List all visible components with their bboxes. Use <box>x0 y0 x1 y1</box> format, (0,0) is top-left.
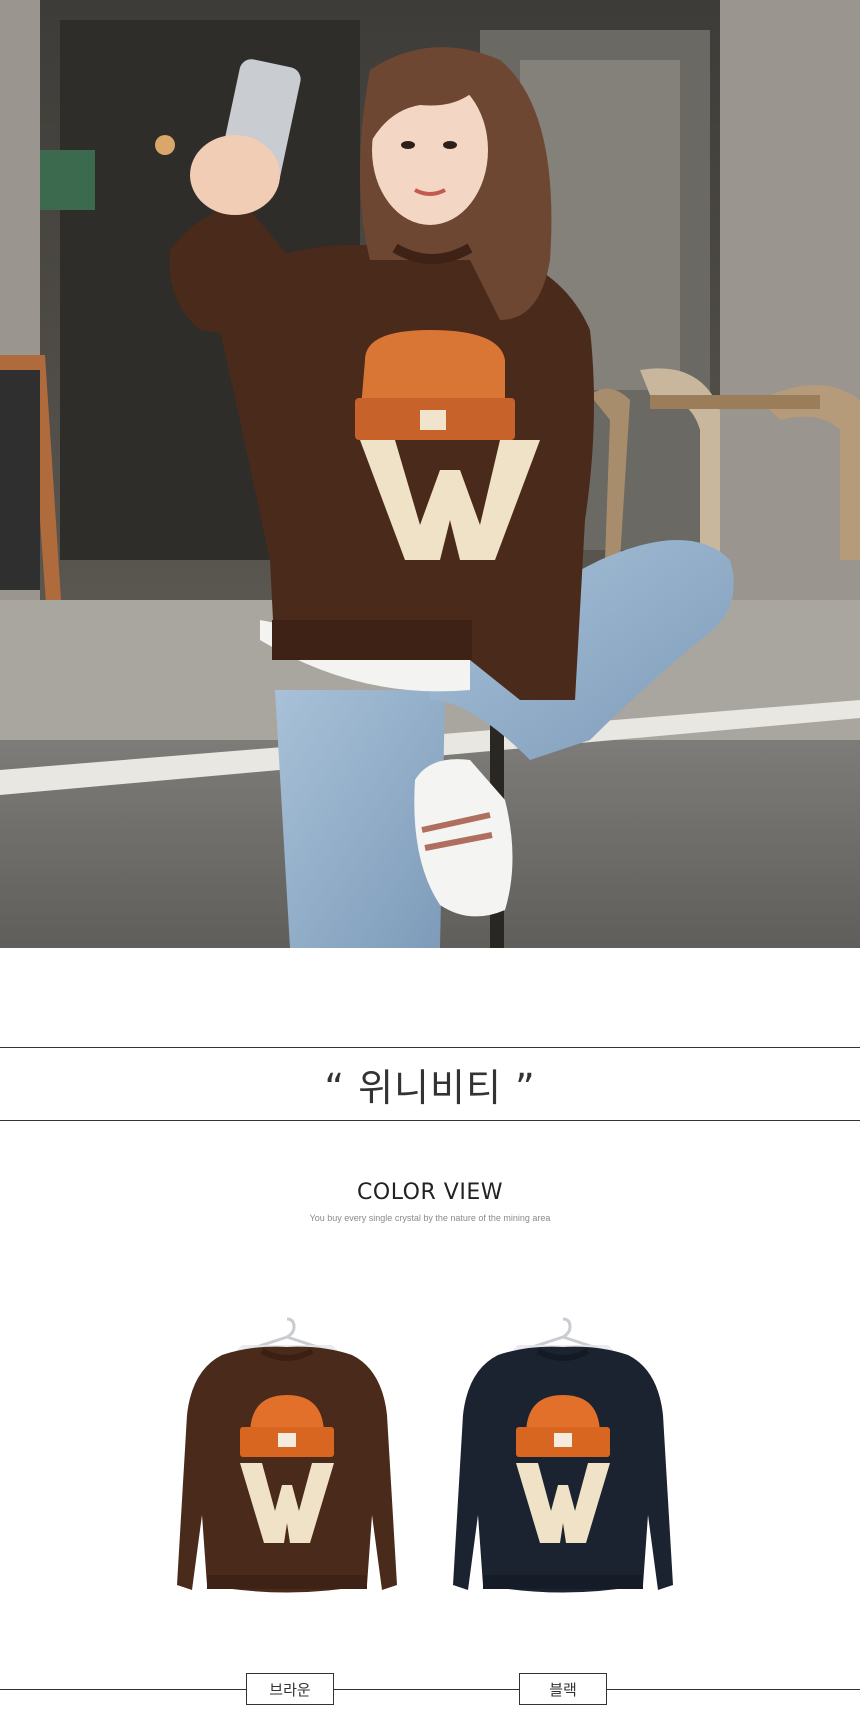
color-view-title: COLOR VIEW <box>357 1180 503 1205</box>
color-label-black: 블랙 <box>519 1673 607 1705</box>
sweatshirt-brown-illustration <box>177 1317 397 1593</box>
product-image-brown <box>172 1315 402 1625</box>
color-label-brown: 브라운 <box>246 1673 334 1705</box>
hero-model-photo <box>0 0 860 948</box>
color-view-header: COLOR VIEW You buy every single crystal … <box>0 1180 860 1223</box>
product-image-black <box>448 1315 678 1625</box>
product-title-band: “ 위니비티 ” <box>0 1047 860 1121</box>
sweatshirt-black-illustration <box>453 1317 673 1593</box>
product-title: “ 위니비티 ” <box>324 1065 536 1110</box>
color-view-subtitle: You buy every single crystal by the natu… <box>309 1213 551 1223</box>
hero-illustration <box>0 0 860 948</box>
color-label-divider <box>0 1689 860 1690</box>
